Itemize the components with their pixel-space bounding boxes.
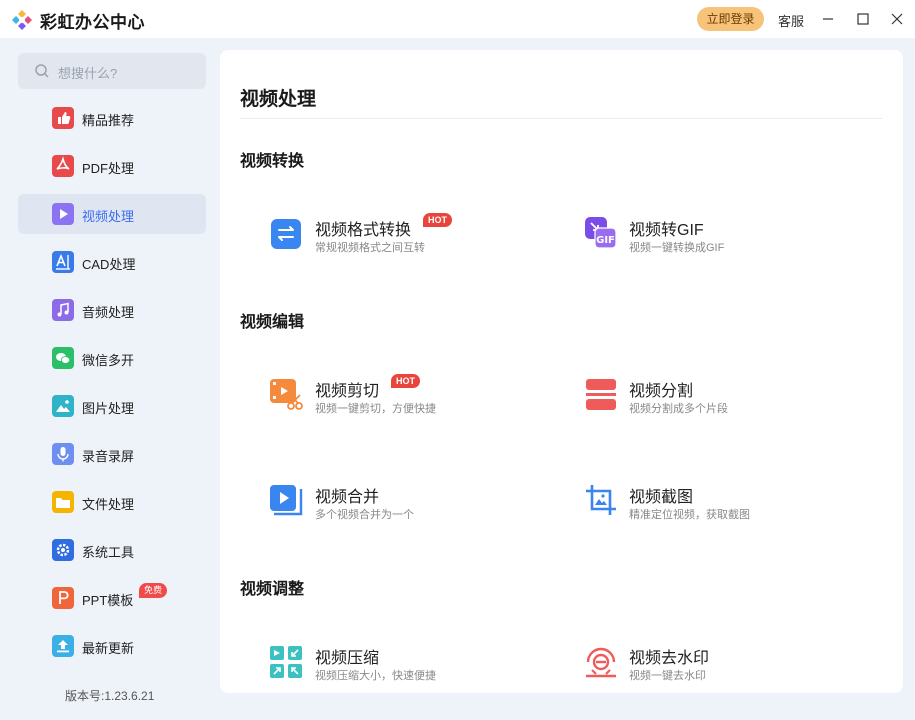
tool-video-screenshot[interactable]: 视频截图 精准定位视频，获取截图 xyxy=(584,483,864,539)
version-label: 版本号:1.23.6.21 xyxy=(65,689,155,703)
tool-desc: 视频压缩大小，快速便捷 xyxy=(315,670,436,682)
search-input[interactable]: 想搜什么? xyxy=(18,53,206,89)
customer-service-link[interactable]: 客服 xyxy=(778,11,804,30)
upload-icon xyxy=(52,635,74,657)
maximize-icon[interactable] xyxy=(853,9,873,29)
scissors-icon xyxy=(270,377,304,411)
watermark-icon xyxy=(584,644,618,678)
app-title: 彩虹办公中心 xyxy=(40,13,145,32)
sidebar-item-record[interactable]: 录音录屏 xyxy=(18,434,206,474)
tool-video-compress[interactable]: 视频压缩 视频压缩大小，快速便捷 xyxy=(270,644,550,693)
divider xyxy=(240,118,882,119)
tool-desc: 视频分割成多个片段 xyxy=(629,403,728,415)
sidebar-item-label: 系统工具 xyxy=(82,545,135,560)
sidebar-item-file[interactable]: 文件处理 xyxy=(18,482,206,522)
sidebar-item-label: 音频处理 xyxy=(82,305,135,320)
sidebar-item-label: 微信多开 xyxy=(82,353,135,368)
section-title-adjust: 视频调整 xyxy=(240,581,305,598)
tool-name: 视频压缩 xyxy=(315,650,380,667)
tool-name: 视频格式转换 xyxy=(315,222,412,239)
tool-desc: 常规视频格式之间互转 xyxy=(315,242,425,254)
tool-desc: 视频一键剪切，方便快捷 xyxy=(315,403,436,415)
thumbs-up-icon xyxy=(52,107,74,129)
tool-name: 视频分割 xyxy=(629,383,694,400)
cad-icon xyxy=(52,251,74,273)
close-icon[interactable] xyxy=(887,9,907,29)
free-badge: 免费 xyxy=(139,583,168,598)
split-icon xyxy=(584,377,618,411)
gif-icon: GIF xyxy=(584,216,618,250)
main-panel: 视频处理 视频转换 视频格式转换 HOT 常规视频格式之间互转 GIF 视频转G… xyxy=(220,50,903,693)
sidebar-item-wechat[interactable]: 微信多开 xyxy=(18,338,206,378)
login-button[interactable]: 立即登录 xyxy=(697,7,764,31)
ppt-icon xyxy=(52,587,74,609)
sidebar-item-label: 图片处理 xyxy=(82,401,135,416)
tool-name: 视频转GIF xyxy=(629,222,704,239)
sidebar-item-label: CAD处理 xyxy=(82,257,136,272)
sidebar-item-label: PPT模板 xyxy=(82,593,134,608)
sidebar-item-label: PDF处理 xyxy=(82,161,135,176)
sidebar-item-label: 文件处理 xyxy=(82,497,135,512)
search-icon xyxy=(35,64,49,78)
tool-video-cut[interactable]: 视频剪切 HOT 视频一键剪切，方便快捷 xyxy=(270,374,550,433)
hot-badge: HOT xyxy=(423,213,452,227)
tool-name: 视频合并 xyxy=(315,489,380,506)
svg-text:GIF: GIF xyxy=(596,235,615,246)
crop-icon xyxy=(584,483,618,517)
sidebar-item-cad[interactable]: CAD处理 xyxy=(18,242,206,282)
merge-icon xyxy=(270,483,304,517)
minimize-icon[interactable] xyxy=(818,9,838,29)
tool-name: 视频去水印 xyxy=(629,650,710,667)
folder-icon xyxy=(52,491,74,513)
tool-video-remove-watermark[interactable]: 视频去水印 视频一键去水印 xyxy=(584,644,864,693)
sidebar-item-pdf[interactable]: PDF处理 xyxy=(18,146,206,186)
title-bar: 彩虹办公中心 立即登录 客服 xyxy=(0,0,915,38)
sidebar-item-label: 视频处理 xyxy=(82,209,135,224)
sidebar-item-label: 最新更新 xyxy=(82,641,135,656)
tool-desc: 视频一键去水印 xyxy=(629,670,706,682)
tool-video-split[interactable]: 视频分割 视频分割成多个片段 xyxy=(584,377,864,433)
tool-desc: 视频一键转换成GIF xyxy=(629,242,725,254)
section-title-edit: 视频编辑 xyxy=(240,314,305,331)
sidebar-item-label: 录音录屏 xyxy=(82,449,135,464)
hot-badge: HOT xyxy=(391,374,420,388)
sidebar-item-system[interactable]: 系统工具 xyxy=(18,530,206,570)
play-icon xyxy=(52,203,74,225)
sidebar-item-image[interactable]: 图片处理 xyxy=(18,386,206,426)
tool-video-to-gif[interactable]: GIF 视频转GIF 视频一键转换成GIF xyxy=(584,216,864,272)
sidebar-item-video[interactable]: 视频处理 xyxy=(18,194,206,234)
music-icon xyxy=(52,299,74,321)
microphone-icon xyxy=(52,443,74,465)
convert-icon xyxy=(270,216,304,250)
sidebar-item-audio[interactable]: 音频处理 xyxy=(18,290,206,330)
pdf-icon xyxy=(52,155,74,177)
sidebar: 想搜什么? 精品推荐 PDF处理 视频处理 CAD处理 音频处理 微信多开 图片… xyxy=(0,38,220,720)
gear-icon xyxy=(52,539,74,561)
tool-desc: 精准定位视频，获取截图 xyxy=(629,509,750,521)
sidebar-item-recommended[interactable]: 精品推荐 xyxy=(18,98,206,138)
tool-video-merge[interactable]: 视频合并 多个视频合并为一个 xyxy=(270,483,550,539)
rainbow-logo-icon xyxy=(12,10,32,30)
compress-icon xyxy=(270,644,304,678)
sidebar-item-label: 精品推荐 xyxy=(82,113,135,128)
page-title: 视频处理 xyxy=(240,89,317,110)
tool-desc: 多个视频合并为一个 xyxy=(315,509,414,521)
sidebar-item-updates[interactable]: 最新更新 xyxy=(18,626,206,666)
sidebar-item-ppt[interactable]: PPT模板 免费 xyxy=(18,578,206,618)
search-placeholder: 想搜什么? xyxy=(58,66,118,81)
image-icon xyxy=(52,395,74,417)
tool-video-format-convert[interactable]: 视频格式转换 HOT 常规视频格式之间互转 xyxy=(270,213,550,272)
section-title-convert: 视频转换 xyxy=(240,153,305,170)
tool-name: 视频截图 xyxy=(629,489,694,506)
tool-name: 视频剪切 xyxy=(315,383,380,400)
wechat-icon xyxy=(52,347,74,369)
